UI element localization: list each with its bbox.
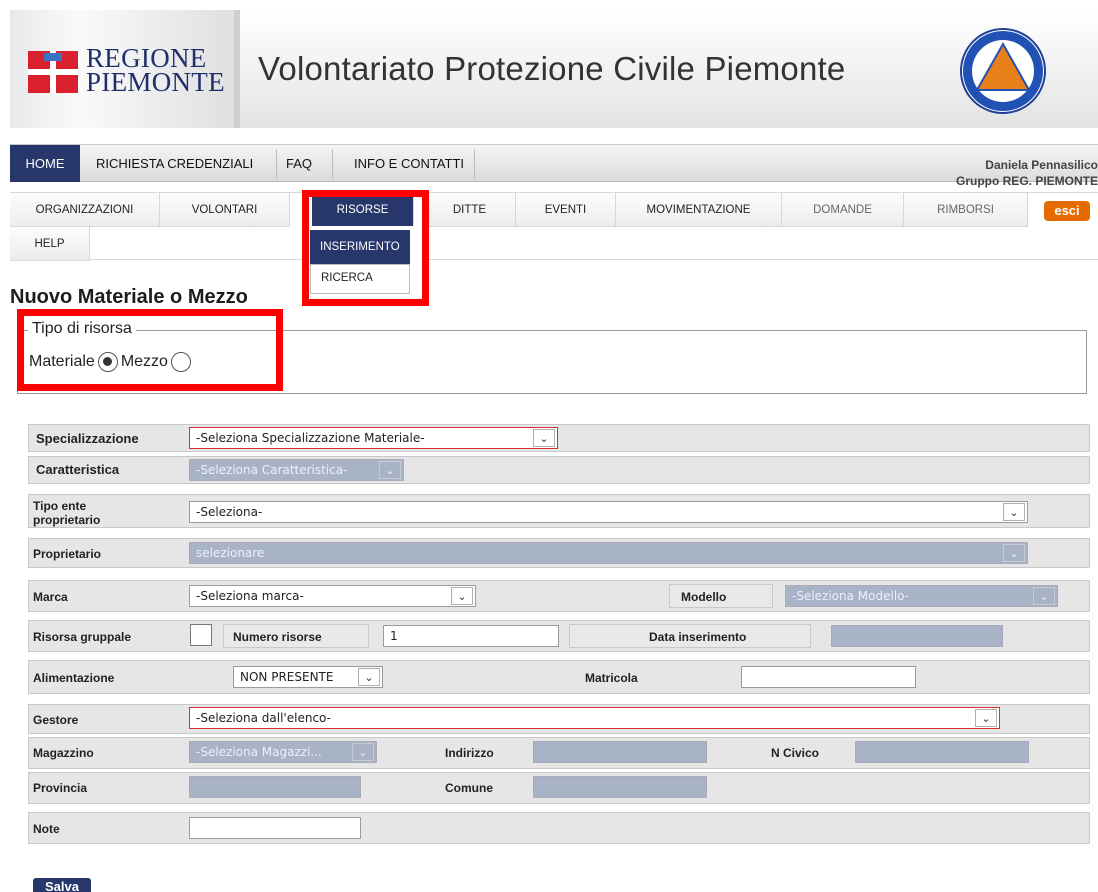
nav-rimborsi[interactable]: RIMBORSI bbox=[904, 193, 1028, 227]
nav-eventi[interactable]: EVENTI bbox=[516, 193, 616, 227]
specializzazione-select[interactable]: -Seleziona Specializzazione Materiale- ⌄ bbox=[189, 427, 558, 449]
row-alimentazione: Alimentazione NON PRESENTE ⌄ Matricola bbox=[28, 660, 1090, 694]
row-proprietario: Proprietario selezionare ⌄ bbox=[28, 538, 1090, 568]
resource-form: Specializzazione -Seleziona Specializzaz… bbox=[0, 0, 1098, 892]
chevron-down-icon: ⌄ bbox=[379, 461, 401, 479]
row-specializzazione: Specializzazione -Seleziona Specializzaz… bbox=[28, 424, 1090, 452]
row-note: Note bbox=[28, 812, 1090, 844]
nav-richiesta-credenziali[interactable]: RICHIESTA CREDENZIALI bbox=[86, 145, 263, 182]
row-tipo-ente: Tipo ente proprietario -Seleziona- ⌄ bbox=[28, 494, 1090, 528]
save-button[interactable]: Salva bbox=[33, 878, 91, 892]
menu-item-ricerca[interactable]: RICERCA bbox=[310, 264, 410, 294]
chevron-down-icon: ⌄ bbox=[1033, 587, 1055, 605]
numero-risorse-input[interactable]: 1 bbox=[383, 625, 559, 647]
nav-volontari[interactable]: VOLONTARI bbox=[160, 193, 290, 227]
resource-type-options: Materiale Mezzo bbox=[29, 352, 194, 372]
nav-home[interactable]: HOME bbox=[10, 145, 80, 182]
nav-organizzazioni[interactable]: ORGANIZZAZIONI bbox=[10, 193, 160, 227]
nav-faq[interactable]: FAQ bbox=[276, 145, 322, 182]
provincia-input[interactable] bbox=[189, 776, 361, 798]
menu-item-inserimento[interactable]: INSERIMENTO bbox=[310, 230, 410, 264]
gestore-select[interactable]: -Seleziona dall'elenco- ⌄ bbox=[189, 707, 1000, 729]
main-nav: HOME RICHIESTA CREDENZIALI FAQ INFO E CO… bbox=[10, 144, 1098, 188]
magazzino-select[interactable]: -Seleziona Magazzi... ⌄ bbox=[189, 741, 377, 763]
nav-info-contatti[interactable]: INFO E CONTATTI bbox=[344, 145, 474, 182]
user-info: Daniela Pennasilico Gruppo REG. PIEMONTE bbox=[955, 158, 1098, 188]
page-title: Nuovo Materiale o Mezzo bbox=[10, 286, 248, 308]
radio-materiale-label: Materiale bbox=[29, 353, 95, 370]
row-risorsa-gruppale: Risorsa gruppale Numero risorse 1 Data i… bbox=[28, 620, 1090, 652]
nav-risorse[interactable]: RISORSE bbox=[312, 193, 414, 227]
row-provincia: Provincia Comune bbox=[28, 772, 1090, 804]
alimentazione-select[interactable]: NON PRESENTE ⌄ bbox=[233, 666, 383, 688]
caratteristica-select[interactable]: -Seleziona Caratteristica- ⌄ bbox=[189, 459, 404, 481]
modello-select[interactable]: -Seleziona Modello- ⌄ bbox=[785, 585, 1058, 607]
risorsa-gruppale-checkbox[interactable] bbox=[190, 624, 212, 646]
row-caratteristica: Caratteristica -Seleziona Caratteristica… bbox=[28, 456, 1090, 484]
radio-mezzo-label: Mezzo bbox=[120, 353, 168, 370]
marca-select[interactable]: -Seleziona marca- ⌄ bbox=[189, 585, 476, 607]
proprietario-select[interactable]: selezionare ⌄ bbox=[189, 542, 1028, 564]
data-inserimento-input[interactable] bbox=[831, 625, 1003, 647]
resource-type-legend: Tipo di risorsa bbox=[28, 320, 136, 338]
comune-input[interactable] bbox=[533, 776, 707, 798]
chevron-down-icon: ⌄ bbox=[358, 668, 380, 686]
nav-ditte[interactable]: DITTE bbox=[424, 193, 516, 227]
logout-button[interactable]: esci bbox=[1044, 201, 1090, 221]
page-header: REGIONE PIEMONTE Volontariato Protezione… bbox=[10, 10, 1098, 128]
regione-piemonte-flag-icon bbox=[28, 51, 78, 93]
chevron-down-icon: ⌄ bbox=[1003, 544, 1025, 562]
nav-help[interactable]: HELP bbox=[10, 227, 90, 261]
nav-movimentazione[interactable]: MOVIMENTAZIONE bbox=[616, 193, 782, 227]
chevron-down-icon: ⌄ bbox=[975, 709, 997, 727]
n-civico-input[interactable] bbox=[855, 741, 1029, 763]
row-magazzino: Magazzino -Seleziona Magazzi... ⌄ Indiri… bbox=[28, 737, 1090, 769]
row-gestore: Gestore -Seleziona dall'elenco- ⌄ bbox=[28, 704, 1090, 734]
indirizzo-input[interactable] bbox=[533, 741, 707, 763]
row-marca: Marca -Seleziona marca- ⌄ Modello -Selez… bbox=[28, 580, 1090, 612]
chevron-down-icon: ⌄ bbox=[533, 429, 555, 447]
matricola-input[interactable] bbox=[741, 666, 916, 688]
regione-piemonte-logo: REGIONE PIEMONTE bbox=[86, 43, 225, 97]
chevron-down-icon: ⌄ bbox=[451, 587, 473, 605]
nav-domande[interactable]: DOMANDE bbox=[782, 193, 904, 227]
chevron-down-icon: ⌄ bbox=[1003, 503, 1025, 521]
protezione-civile-logo-icon bbox=[960, 28, 1046, 114]
chevron-down-icon: ⌄ bbox=[352, 743, 374, 761]
section-nav: ORGANIZZAZIONI VOLONTARI RISORSE DITTE E… bbox=[10, 192, 1098, 261]
site-title: Volontariato Protezione Civile Piemonte bbox=[258, 50, 846, 87]
note-input[interactable] bbox=[189, 817, 361, 839]
tipo-ente-select[interactable]: -Seleziona- ⌄ bbox=[189, 501, 1028, 523]
radio-mezzo[interactable] bbox=[170, 352, 191, 372]
radio-materiale[interactable] bbox=[97, 352, 118, 372]
risorse-dropdown: INSERIMENTO RICERCA bbox=[303, 226, 423, 294]
